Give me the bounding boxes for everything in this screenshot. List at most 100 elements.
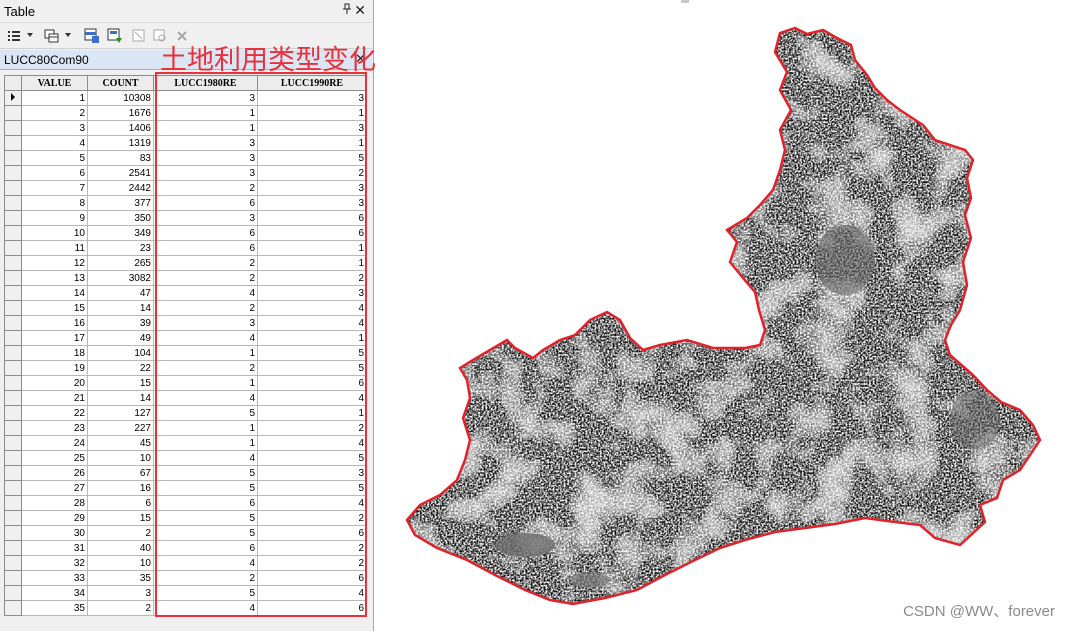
table-cell[interactable]: 23 [21,420,88,436]
row-selector[interactable] [4,300,22,316]
related-tables-dropdown-icon[interactable] [65,33,71,37]
table-cell[interactable]: 5 [153,405,258,421]
table-cell[interactable]: 31 [21,540,88,556]
table-cell[interactable]: 265 [87,255,154,271]
row-selector[interactable] [4,315,22,331]
table-cell[interactable]: 6 [153,225,258,241]
table-cell[interactable]: 16 [21,315,88,331]
table-cell[interactable]: 3 [153,135,258,151]
table-cell[interactable]: 35 [21,600,88,616]
table-cell[interactable]: 5 [153,510,258,526]
table-cell[interactable]: 377 [87,195,154,211]
table-cell[interactable]: 4 [153,555,258,571]
table-cell[interactable]: 18 [21,345,88,361]
table-row[interactable]: 1 10308 3 3 [4,90,367,106]
table-cell[interactable]: 6 [153,540,258,556]
table-cell[interactable]: 45 [87,435,154,451]
table-cell[interactable]: 1 [257,330,367,346]
table-cell[interactable]: 1 [153,435,258,451]
row-selector[interactable] [4,210,22,226]
table-cell[interactable]: 28 [21,495,88,511]
row-selector[interactable] [4,270,22,286]
table-row[interactable]: 17 49 4 1 [4,330,367,346]
table-cell[interactable]: 17 [21,330,88,346]
table-row[interactable]: 28 6 6 4 [4,495,367,511]
row-selector[interactable] [4,585,22,601]
table-row[interactable]: 12 265 2 1 [4,255,367,271]
table-cell[interactable]: 6 [153,195,258,211]
table-cell[interactable]: 4 [21,135,88,151]
column-header-lucc1990re[interactable]: LUCC1990RE [257,75,367,91]
table-cell[interactable]: 35 [87,570,154,586]
table-cell[interactable]: 6 [257,210,367,226]
table-cell[interactable]: 1 [257,255,367,271]
table-cell[interactable]: 2 [257,165,367,181]
table-cell[interactable]: 1319 [87,135,154,151]
table-cell[interactable]: 6 [153,240,258,256]
table-cell[interactable]: 1 [257,105,367,121]
table-cell[interactable]: 3082 [87,270,154,286]
table-cell[interactable]: 4 [257,585,367,601]
table-cell[interactable]: 14 [21,285,88,301]
table-cell[interactable]: 2 [153,270,258,286]
table-cell[interactable]: 2 [153,360,258,376]
table-row[interactable]: 15 14 2 4 [4,300,367,316]
table-row[interactable]: 7 2442 2 3 [4,180,367,196]
table-cell[interactable]: 2 [257,555,367,571]
table-cell[interactable]: 30 [21,525,88,541]
table-row[interactable]: 5 83 3 5 [4,150,367,166]
row-selector[interactable] [4,540,22,556]
table-cell[interactable]: 127 [87,405,154,421]
row-selector[interactable] [4,435,22,451]
table-cell[interactable]: 3 [153,165,258,181]
row-selector[interactable] [4,375,22,391]
table-cell[interactable]: 5 [153,585,258,601]
table-row[interactable]: 21 14 4 4 [4,390,367,406]
table-row[interactable]: 4 1319 3 1 [4,135,367,151]
row-selector[interactable] [4,195,22,211]
table-cell[interactable]: 14 [87,390,154,406]
table-cell[interactable]: 21 [21,390,88,406]
land-use-raster-map[interactable] [375,0,1069,631]
table-cell[interactable]: 5 [257,360,367,376]
row-selector[interactable] [4,285,22,301]
table-cell[interactable]: 1 [153,345,258,361]
header-selector[interactable] [4,75,22,91]
table-cell[interactable]: 15 [21,300,88,316]
table-row[interactable]: 2 1676 1 1 [4,105,367,121]
column-header-count[interactable]: COUNT [87,75,154,91]
table-row[interactable]: 29 15 5 2 [4,510,367,526]
column-header-lucc1980re[interactable]: LUCC1980RE [153,75,258,91]
table-cell[interactable]: 1676 [87,105,154,121]
table-cell[interactable]: 6 [257,600,367,616]
table-cell[interactable]: 6 [153,495,258,511]
table-cell[interactable]: 5 [21,150,88,166]
table-row[interactable]: 18 104 1 5 [4,345,367,361]
table-cell[interactable]: 4 [153,390,258,406]
table-cell[interactable]: 19 [21,360,88,376]
select-by-attributes-icon[interactable] [84,28,100,44]
table-cell[interactable]: 9 [21,210,88,226]
table-cell[interactable]: 20 [21,375,88,391]
row-selector[interactable] [4,90,22,106]
table-cell[interactable]: 13 [21,270,88,286]
table-cell[interactable]: 6 [257,375,367,391]
table-cell[interactable]: 27 [21,480,88,496]
row-selector[interactable] [4,330,22,346]
table-cell[interactable]: 4 [153,330,258,346]
row-selector[interactable] [4,105,22,121]
table-row[interactable]: 35 2 4 6 [4,600,367,616]
table-options-dropdown-icon[interactable] [27,33,33,37]
table-cell[interactable]: 3 [153,150,258,166]
table-cell[interactable]: 2 [153,180,258,196]
table-row[interactable]: 31 40 6 2 [4,540,367,556]
table-row[interactable]: 3 1406 1 3 [4,120,367,136]
table-cell[interactable]: 16 [87,480,154,496]
clear-selection-icon[interactable] [131,28,147,44]
table-row[interactable]: 32 10 4 2 [4,555,367,571]
table-cell[interactable]: 1 [153,375,258,391]
table-cell[interactable]: 2541 [87,165,154,181]
table-cell[interactable]: 6 [257,225,367,241]
table-cell[interactable]: 2 [153,255,258,271]
row-selector[interactable] [4,150,22,166]
